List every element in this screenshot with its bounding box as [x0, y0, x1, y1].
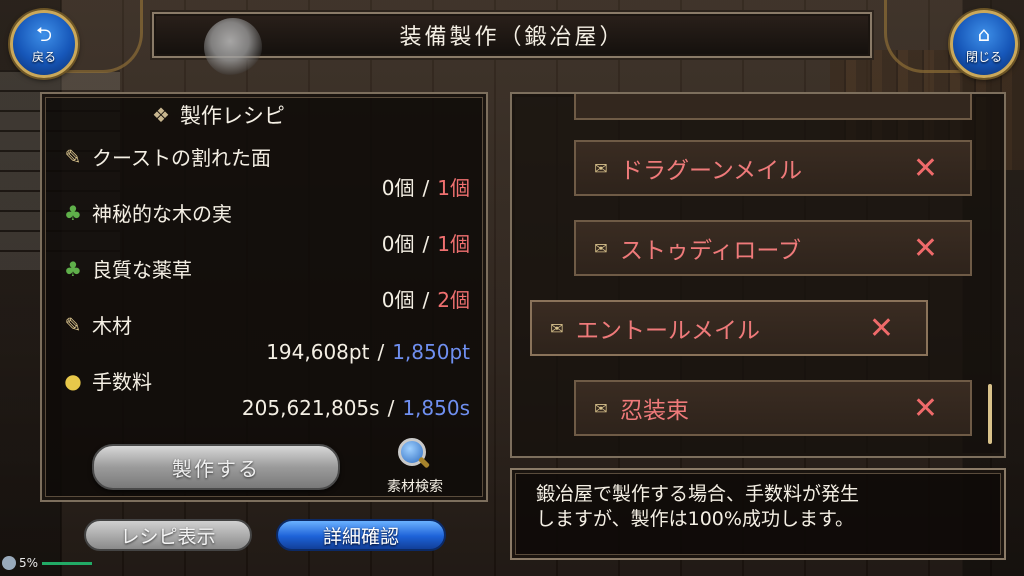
equipment-item[interactable]: ✉ ストゥディローブ ✕: [574, 220, 972, 276]
material-row: ✎ クーストの割れた面 0個 / 1個: [60, 142, 470, 201]
battery-icon: [2, 556, 16, 570]
material-count: 0個 / 2個: [382, 284, 470, 313]
separator: /: [422, 288, 430, 312]
home-icon: ⌂: [977, 21, 991, 46]
material-row: ● 手数料 205,621,805s / 1,850s: [60, 366, 470, 422]
equipment-item-partial[interactable]: [574, 94, 972, 120]
material-count: 194,608pt / 1,850pt: [266, 340, 470, 364]
equipment-name: エントールメイル: [576, 318, 760, 344]
recipe-scroll-icon: ✉: [594, 158, 608, 178]
equipment-list-panel[interactable]: ✉ ドラグーンメイル ✕ ✉ ストゥディローブ ✕ ✉ エントールメイル ✕ ✉…: [510, 92, 1006, 458]
title-orb-decoration: [204, 18, 262, 76]
herb-icon: ♣: [64, 200, 82, 225]
recipe-scroll-icon: ✉: [550, 318, 564, 338]
magnifier-icon: [398, 438, 432, 472]
equipment-name: ドラグーンメイル: [620, 158, 803, 184]
material-need: 1個: [437, 232, 470, 256]
material-row: ♣ 良質な薬草 0個 / 2個: [60, 254, 470, 313]
craft-button[interactable]: 製作する: [92, 444, 340, 490]
unavailable-x-icon: ✕: [868, 310, 894, 346]
info-message-line1: 鍛冶屋で製作する場合、手数料が発生: [536, 483, 860, 505]
battery-percent: 5%: [19, 556, 39, 570]
material-need: 1,850s: [402, 396, 470, 420]
craft-button-label: 製作する: [172, 456, 260, 481]
recipe-title: 製作レシピ: [179, 104, 285, 128]
info-message-line2: しますが、製作は100%成功します。: [536, 508, 855, 530]
detail-check-tab-label: 詳細確認: [322, 525, 399, 548]
material-search-label: 素材検索: [387, 479, 443, 495]
equipment-item-selected[interactable]: ✉ エントールメイル ✕: [530, 300, 928, 356]
material-count: 205,621,805s / 1,850s: [242, 396, 470, 420]
unavailable-x-icon: ✕: [912, 150, 938, 186]
material-need: 2個: [437, 288, 470, 312]
separator: /: [422, 176, 430, 200]
material-name: クーストの割れた面: [92, 146, 271, 170]
back-button[interactable]: ⮌ 戻る: [10, 10, 78, 78]
recipe-view-tab-label: レシピ表示: [120, 525, 216, 548]
page-title: 装備製作（鍛冶屋）: [399, 25, 625, 50]
coin-icon: ●: [64, 368, 82, 393]
return-arrow-icon: ⮌: [35, 21, 53, 46]
material-name: 手数料: [92, 370, 152, 394]
recipe-scroll-icon: ✉: [594, 398, 608, 418]
back-button-label: 戻る: [31, 49, 56, 64]
equipment-name: 忍装束: [620, 398, 689, 424]
material-name: 神秘的な木の実: [92, 202, 232, 226]
separator: /: [422, 232, 430, 256]
battery-indicator: 5%: [2, 556, 93, 570]
recipe-panel: ❖ 製作レシピ ✎ クーストの割れた面 0個/1個 ♣ 神秘的な木の実 0個/1…: [40, 92, 488, 502]
material-count: 0個 / 1個: [382, 228, 470, 257]
recipe-scroll-icon: ✉: [594, 238, 608, 258]
equipment-item[interactable]: ✉ 忍装束 ✕: [574, 380, 972, 436]
unavailable-x-icon: ✕: [912, 390, 938, 426]
material-need: 1,850pt: [392, 340, 470, 364]
material-name: 良質な薬草: [92, 258, 192, 282]
close-button[interactable]: ⌂ 閉じる: [950, 10, 1018, 78]
recipe-book-icon: ❖: [152, 103, 170, 127]
material-row: ♣ 神秘的な木の実 0個 / 1個: [60, 198, 470, 257]
material-name: 木材: [92, 314, 132, 338]
info-message-box: 鍛冶屋で製作する場合、手数料が発生 しますが、製作は100%成功します。: [510, 468, 1006, 560]
material-have: 194,608pt: [266, 340, 370, 364]
herb-icon: ♣: [64, 256, 82, 281]
recipe-header: ❖ 製作レシピ: [152, 100, 285, 130]
separator: /: [387, 396, 395, 420]
material-have: 0個: [381, 232, 415, 256]
scroll-icon: ✎: [64, 144, 82, 169]
list-scrollbar[interactable]: [988, 384, 992, 444]
material-count: 0個 / 1個: [382, 172, 470, 201]
equipment-item[interactable]: ✉ ドラグーンメイル ✕: [574, 140, 972, 196]
unavailable-x-icon: ✕: [912, 230, 938, 266]
close-button-label: 閉じる: [965, 49, 1002, 64]
separator: /: [377, 340, 385, 364]
material-search-button[interactable]: 素材検索: [370, 438, 460, 498]
material-need: 1個: [437, 176, 470, 200]
detail-check-tab[interactable]: 詳細確認: [276, 519, 446, 551]
material-row: ✎ 木材 194,608pt / 1,850pt: [60, 310, 470, 366]
equipment-name: ストゥディローブ: [620, 238, 802, 264]
material-have: 0個: [381, 288, 415, 312]
recipe-view-tab[interactable]: レシピ表示: [84, 519, 252, 551]
scroll-icon: ✎: [64, 312, 82, 337]
material-have: 205,621,805s: [241, 396, 380, 420]
battery-bar: [42, 561, 93, 565]
material-have: 0個: [381, 176, 415, 200]
